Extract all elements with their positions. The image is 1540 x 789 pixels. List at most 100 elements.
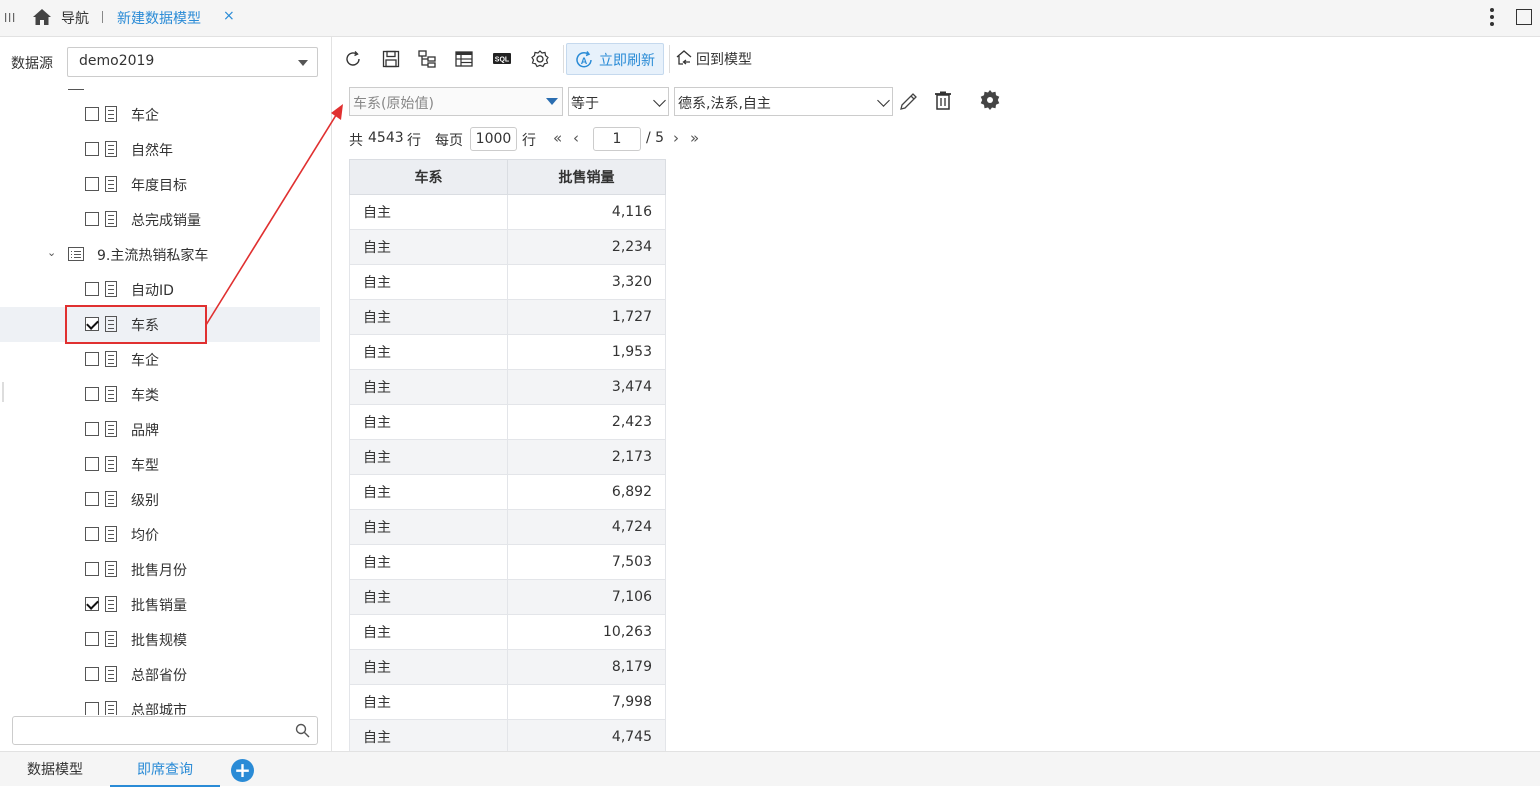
table-icon <box>68 247 84 261</box>
tree-item-field[interactable]: 自动ID <box>0 272 320 307</box>
tab-ad-hoc-query[interactable]: 即席查询 <box>110 752 220 787</box>
tree-item-field[interactable]: 年度目标 <box>0 167 320 202</box>
checkbox[interactable] <box>85 527 99 541</box>
datasource-select[interactable]: demo2019 <box>67 47 318 77</box>
save-icon[interactable] <box>381 49 401 69</box>
tree-item-field[interactable]: 自然年 <box>0 132 320 167</box>
resize-handle[interactable] <box>2 382 4 402</box>
per-page-input[interactable]: 1000 <box>470 127 517 151</box>
table-row: 自主 2,234 <box>349 229 666 265</box>
edit-icon[interactable] <box>898 90 918 112</box>
tree-item-field[interactable]: 总部城市 <box>0 692 320 715</box>
filter-operator-select[interactable]: 等于 <box>568 87 669 116</box>
sql-icon[interactable]: SQL <box>492 49 512 69</box>
checkbox[interactable] <box>85 457 99 471</box>
field-icon <box>105 631 117 647</box>
checkbox[interactable] <box>85 562 99 576</box>
maximize-icon[interactable] <box>1516 9 1532 25</box>
total-rows: 4543 <box>368 130 404 146</box>
filter-value-text: 德系,法系,自主 <box>678 96 771 112</box>
checkbox[interactable] <box>85 142 99 156</box>
table-view-icon[interactable] <box>454 49 474 69</box>
tree-item-field[interactable]: 批售规模 <box>0 622 320 657</box>
field-icon <box>105 491 117 507</box>
checkbox[interactable] <box>85 177 99 191</box>
refresh-now-button[interactable]: A 立即刷新 <box>566 43 664 75</box>
tree-item-label: 年度目标 <box>131 178 187 194</box>
close-icon[interactable]: × <box>223 8 235 24</box>
tab-data-model[interactable]: 数据模型 <box>0 752 110 787</box>
first-page-icon[interactable]: « <box>553 129 562 147</box>
tree-item-table[interactable]: ⌄ 9.主流热销私家车 <box>0 237 320 272</box>
nav-label[interactable]: 导航 <box>61 8 89 28</box>
search-icon[interactable] <box>295 723 310 738</box>
field-search-input[interactable] <box>12 716 318 745</box>
tree-item-label: 批售销量 <box>131 598 187 614</box>
checkbox[interactable] <box>85 352 99 366</box>
filter-operator-value: 等于 <box>571 96 599 112</box>
filter-value-select[interactable]: 德系,法系,自主 <box>674 87 893 116</box>
checkbox[interactable] <box>85 107 99 121</box>
tree-item-field[interactable]: 车类 <box>0 377 320 412</box>
column-header[interactable]: 批售销量 <box>507 159 666 195</box>
checkbox-checked[interactable] <box>85 597 99 611</box>
gear-icon[interactable] <box>530 49 550 69</box>
tree-item-label: 总部省份 <box>131 668 187 684</box>
table-cell: 自主 <box>349 544 508 580</box>
annotation-highlight-box <box>65 305 207 344</box>
tree-item-field[interactable]: 车企 <box>0 342 320 377</box>
table-cell: 自主 <box>349 684 508 720</box>
checkbox[interactable] <box>85 282 99 296</box>
tree-item-field[interactable]: 车型 <box>0 447 320 482</box>
structure-icon[interactable] <box>417 49 437 69</box>
chevron-down-icon[interactable]: ⌄ <box>47 246 56 259</box>
column-header[interactable]: 车系 <box>349 159 508 195</box>
more-menu-icon[interactable] <box>1484 6 1500 28</box>
filter-settings-gear-icon[interactable] <box>979 89 1001 111</box>
checkbox[interactable] <box>85 667 99 681</box>
checkbox[interactable] <box>85 632 99 646</box>
table-row: 自主 4,745 <box>349 719 666 755</box>
field-icon <box>105 106 117 122</box>
tree-item-field[interactable]: 总完成销量 <box>0 202 320 237</box>
delete-icon[interactable] <box>934 90 952 112</box>
refresh-icon[interactable] <box>343 49 363 69</box>
grip-icon[interactable] <box>4 10 16 24</box>
field-icon <box>105 456 117 472</box>
checkbox[interactable] <box>85 422 99 436</box>
tree-item-field[interactable]: 品牌 <box>0 412 320 447</box>
table-cell: 自主 <box>349 439 508 475</box>
datasource-label: 数据源 <box>11 56 53 72</box>
sql-label: SQL <box>495 57 510 64</box>
next-page-icon[interactable]: › <box>673 129 679 147</box>
table-header-row: 车系 批售销量 <box>349 159 666 195</box>
field-icon <box>105 176 117 192</box>
field-tree: 车企 自然年 年度目标 总完成销量 ⌄ 9.主流热销私家车 自动ID 车系 车企… <box>0 87 332 715</box>
table-cell: 自主 <box>349 719 508 755</box>
checkbox[interactable] <box>85 212 99 226</box>
tree-item-field[interactable]: 批售月份 <box>0 552 320 587</box>
checkbox[interactable] <box>85 702 99 715</box>
checkbox[interactable] <box>85 387 99 401</box>
checkbox[interactable] <box>85 492 99 506</box>
tree-item-field[interactable]: 批售销量 <box>0 587 320 622</box>
tree-item-field[interactable]: 车企 <box>0 97 320 132</box>
add-tab-icon[interactable]: + <box>231 759 254 782</box>
tree-item-label: 批售规模 <box>131 633 187 649</box>
table-cell: 自主 <box>349 614 508 650</box>
tree-item-label: 自动ID <box>131 283 174 299</box>
table-cell: 3,474 <box>507 369 666 405</box>
prev-page-icon[interactable]: ‹ <box>573 129 579 147</box>
home-icon[interactable] <box>32 8 52 26</box>
tree-item-label: 车型 <box>131 458 159 474</box>
filter-field-select[interactable]: 车系(原始值) <box>349 87 563 116</box>
table-cell: 自主 <box>349 334 508 370</box>
tree-item-field[interactable]: 级别 <box>0 482 320 517</box>
table-row: 自主 3,320 <box>349 264 666 300</box>
last-page-icon[interactable]: » <box>690 129 699 147</box>
table-cell: 自主 <box>349 649 508 685</box>
tree-item-field[interactable]: 总部省份 <box>0 657 320 692</box>
page-input[interactable]: 1 <box>593 127 641 151</box>
tree-item-field[interactable]: 均价 <box>0 517 320 552</box>
tab-new-data-model[interactable]: 新建数据模型 <box>117 8 201 28</box>
